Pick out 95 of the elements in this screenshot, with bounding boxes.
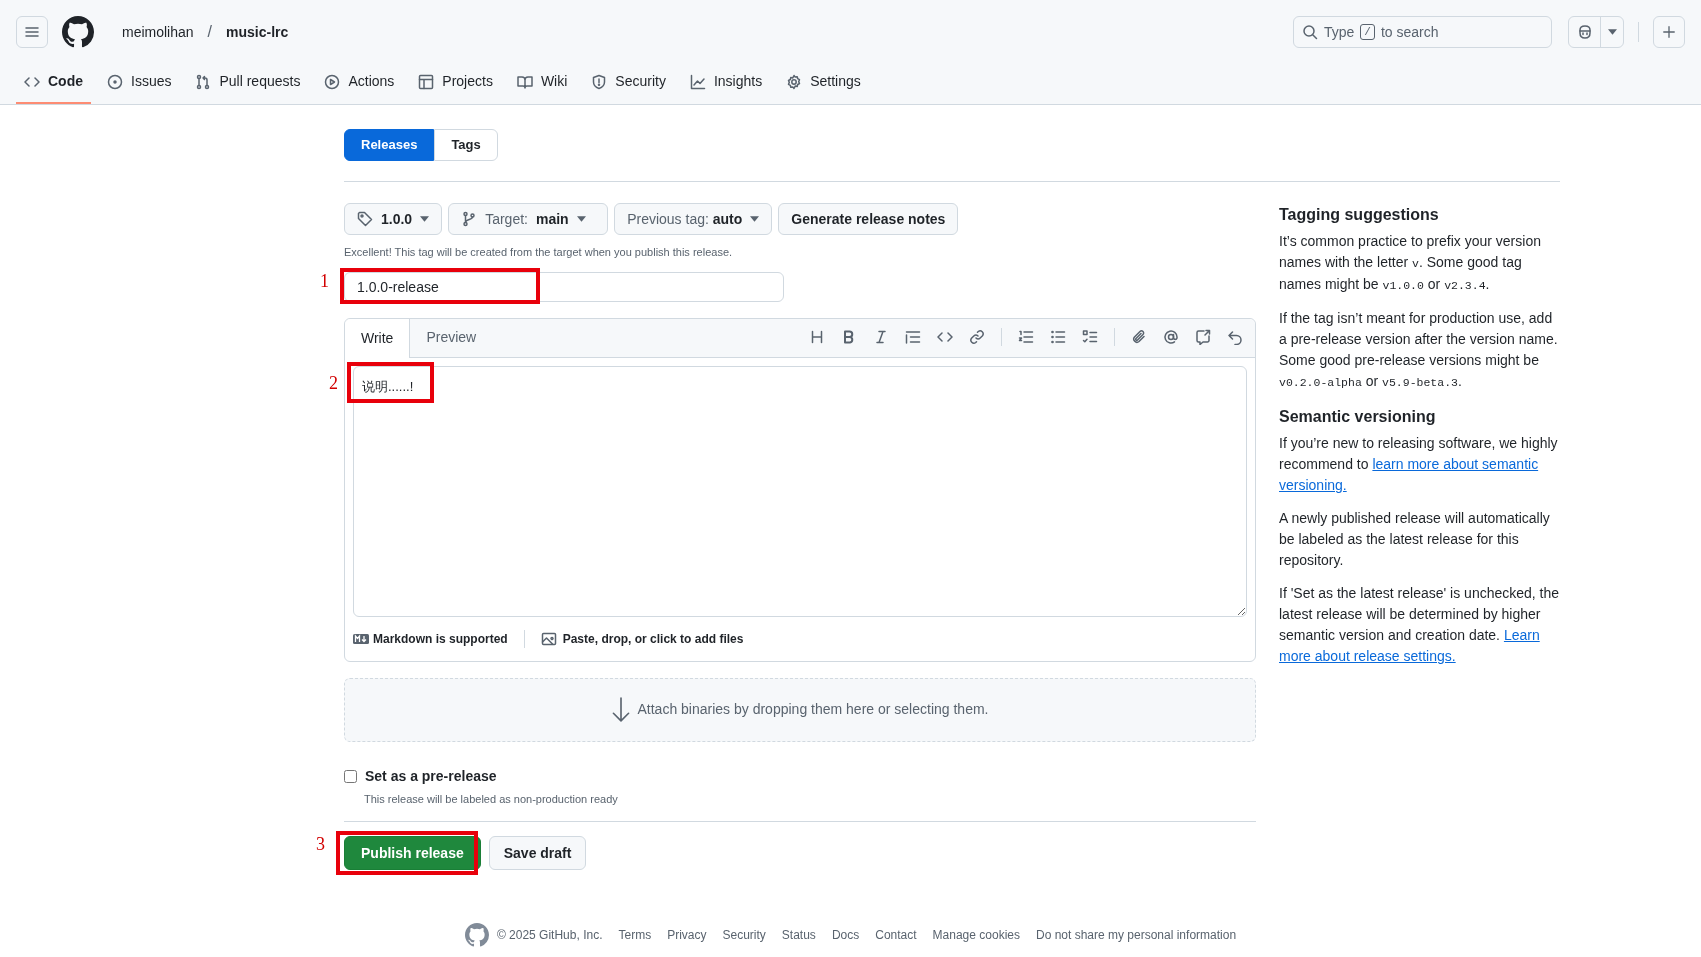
annotation-number: 1 [320,271,329,290]
drop-zone[interactable]: Attach binaries by dropping them here or selecting them. [344,677,1256,742]
caret-icon [576,216,586,222]
footer-link[interactable]: Do not share my personal information [1035,926,1237,944]
editor-tab[interactable]: Preview [410,317,493,357]
sidebar-link[interactable]: Learn [1503,627,1540,643]
annotation-number: 3 [316,835,325,853]
subnav-tab[interactable]: Tags [434,129,498,161]
footer-link[interactable]: Manage cookies [932,926,1020,944]
sidebar-link[interactable]: versioning. [1279,477,1347,493]
undo-icon[interactable] [1227,329,1243,345]
create-button[interactable] [1653,16,1685,48]
file-upload-link[interactable]: Paste, drop, or click to add files [524,629,744,648]
repo-tab[interactable]: Issues [99,71,180,104]
footer-link[interactable]: Docs [831,926,860,944]
checkbox-label[interactable]: Set as a pre-release [365,765,497,787]
copyright-text: © 2025 GitHub, Inc. [496,927,603,944]
sidebar-paragraph: If 'Set as the latest release' is unchecked, the latest release will be determined by higher semantic version and creation date. Learn more about release settings. [1279,584,1560,666]
sidebar-heading: Tagging suggestions [1279,205,1440,225]
tag-icon [357,211,373,227]
tag-dropdown[interactable]: 1.0.0 [344,203,443,235]
footer-link[interactable]: Contact [875,926,917,944]
owner-link[interactable]: meimolihan [122,21,194,43]
save-draft-button[interactable]: Save draft [488,836,587,870]
settings-icon [786,73,803,90]
footer-link[interactable]: Security [722,926,766,944]
repo-link[interactable]: music-lrc [226,21,289,43]
checkbox[interactable] [344,769,357,783]
markdown-icon [353,633,369,644]
breadcrumb-separator: / [207,22,213,42]
repo-tab[interactable]: Projects [410,71,501,104]
paperclip-icon[interactable] [1131,329,1147,345]
search-icon [1302,24,1318,40]
pull-request-icon [195,73,212,90]
circle-dot-icon [107,73,123,90]
keyboard-key: / [1360,24,1375,40]
markdown-note: Markdown is supported [353,629,525,648]
sidebar-heading: Semantic versioning [1279,407,1437,427]
repo-tab[interactable]: Wiki [508,71,576,104]
repo-tab[interactable]: Pull requests [187,71,309,104]
checkbox-hint: This release will be labeled as non-production ready [364,791,619,807]
sidebar-link[interactable]: learn more about semantic [1372,456,1539,472]
logo-icon [62,16,94,48]
target-dropdown[interactable]: Target: main [448,203,609,235]
subnav-tab[interactable]: Releases [344,129,435,161]
repo-tab[interactable]: Security [583,71,674,104]
footer-link[interactable]: Privacy [667,926,707,944]
image-icon [540,630,557,647]
description-field[interactable]: 说明......! [353,365,1247,617]
repo-tab[interactable]: Actions [316,71,403,104]
play-icon [324,73,341,90]
shield-icon [591,73,608,90]
code-icon[interactable] [937,329,953,345]
robot-icon [1576,24,1593,40]
previous-tag-dropdown[interactable]: Previous tag: auto [614,203,773,235]
graph-icon [689,73,706,90]
table-icon [418,73,435,90]
caret-icon [1607,29,1617,35]
publish-button[interactable]: Publish release [344,836,481,870]
editor-tab[interactable]: Write [345,318,411,358]
sidebar-link[interactable]: more about release settings. [1279,648,1456,664]
reply-icon[interactable] [1195,329,1211,345]
menu-button[interactable] [16,16,48,48]
caret-icon [750,216,760,222]
italic-icon[interactable] [873,329,889,345]
search-field[interactable]: Type / to search [1293,16,1552,48]
footer-link[interactable]: Terms [618,926,652,944]
sidebar-paragraph: A newly published release will automatically be labeled as the latest release for this repository. [1279,509,1551,570]
numbered-list-icon[interactable] [1018,329,1034,345]
sidebar-paragraph: If you’re new to releasing software, we highly recommend to learn more about semantic versioning. [1279,434,1559,495]
plus-icon [1662,25,1676,39]
repo-tab[interactable]: Settings [778,71,869,104]
menu-icon [24,24,40,40]
link-icon[interactable] [969,329,985,345]
quote-icon[interactable] [905,329,921,345]
bullet-list-icon[interactable] [1050,329,1066,345]
search-placeholder: to search [1380,22,1439,42]
title-field[interactable]: 1.0.0-release [344,271,784,302]
branch-icon [461,211,478,227]
search-placeholder: Type [1324,22,1355,42]
tag-hint: Excellent! This tag will be created from the target when you publish this release. [344,245,734,260]
heading-icon[interactable] [809,329,825,345]
repo-tab[interactable]: Insights [681,71,771,104]
footer-link[interactable]: Status [781,926,816,944]
book-icon [516,73,533,90]
caret-icon [420,216,430,222]
sidebar-paragraph: If the tag isn’t meant for production use, add a pre-release version after the version name. Some good pre-release versions might be v0.2.0-alpha or v5.9-beta.3. [1279,309,1559,391]
generate-notes-button[interactable]: Generate release notes [778,203,959,235]
task-list-icon[interactable] [1082,329,1098,345]
footer-logo-icon [464,923,489,947]
at-sign-icon[interactable] [1163,329,1179,345]
sidebar-paragraph: It’s common practice to prefix your version names with the letter v. Some good tag names might be v1.0.0 or v2.3.4. [1279,232,1542,294]
annotation-number: 2 [329,373,338,392]
down-arrow-icon [611,696,630,723]
repo-tab[interactable]: Code [16,71,91,104]
